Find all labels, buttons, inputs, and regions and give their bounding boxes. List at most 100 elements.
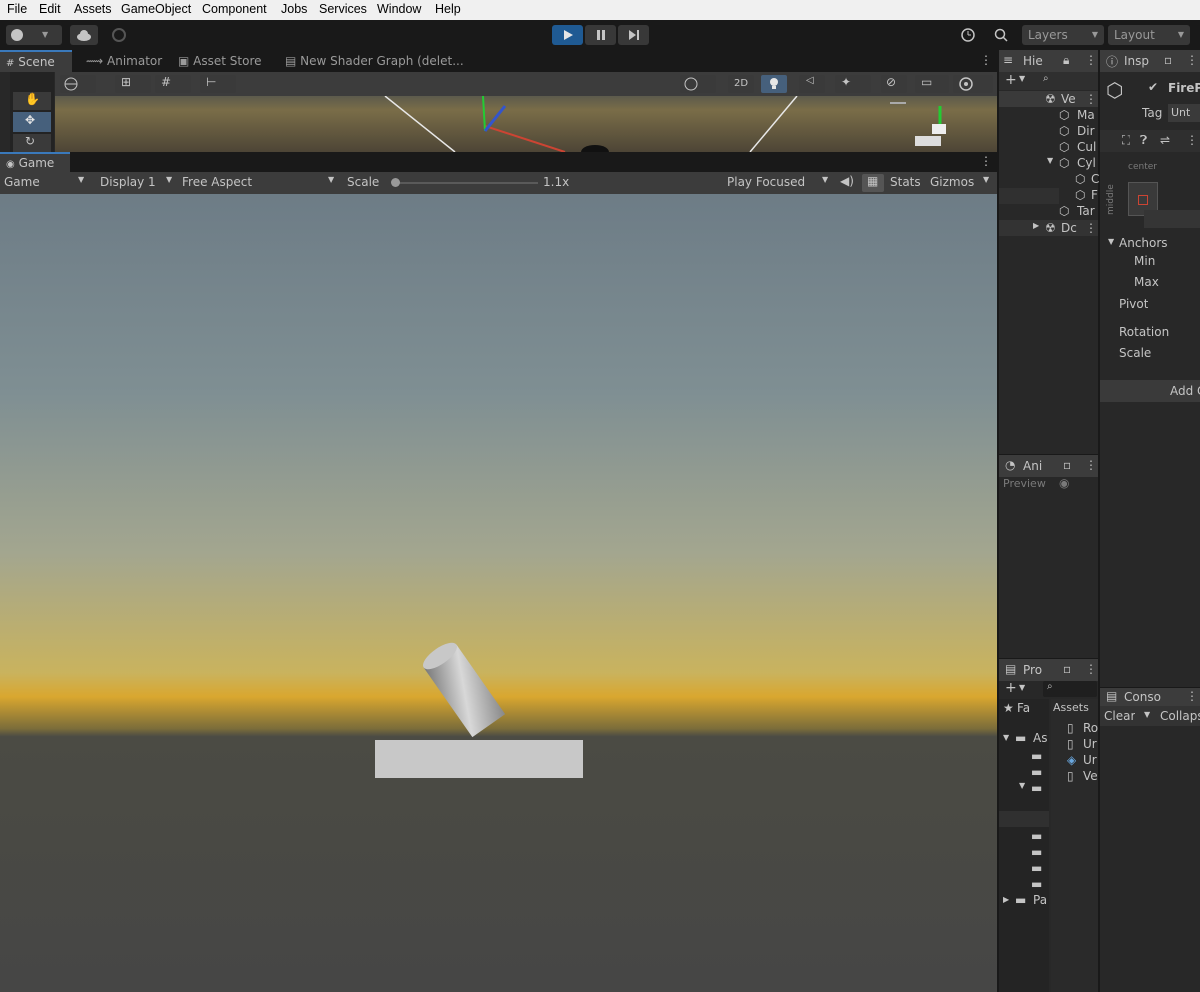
tag-dropdown[interactable]: Unt — [1168, 104, 1200, 122]
blueprint-buttons[interactable] — [1144, 210, 1200, 228]
hierarchy-scene-row[interactable]: ☢ Ve ⋮ — [999, 91, 1098, 107]
project-search-input[interactable]: ⌕ — [1043, 681, 1097, 697]
more-options-icon[interactable]: ⋮ — [1085, 662, 1097, 676]
shading-dropdown[interactable] — [680, 75, 716, 93]
assets-folder[interactable]: As — [1033, 731, 1047, 745]
chevron-down-icon[interactable]: ▼ — [1003, 733, 1009, 742]
draw-mode-dropdown[interactable] — [60, 75, 96, 93]
camera-dropdown[interactable]: ▭ — [915, 75, 949, 93]
gizmos-button[interactable]: Gizmos — [930, 175, 974, 189]
folder-icon[interactable]: ▬ — [1031, 845, 1042, 859]
tab-hierarchy[interactable]: Hie — [1023, 54, 1043, 68]
tab-animator[interactable]: ⟿ Animator — [86, 50, 166, 72]
tab-project[interactable]: Pro — [1023, 663, 1042, 677]
chevron-down-icon[interactable]: ▼ — [1108, 237, 1114, 246]
clear-button[interactable]: Clear — [1104, 709, 1135, 723]
layers-dropdown[interactable]: Layers ▼ — [1022, 25, 1104, 45]
menu-assets[interactable]: Assets — [74, 2, 112, 16]
frame-debug-toggle[interactable]: ▦ — [862, 174, 884, 192]
object-name-field[interactable]: FireP — [1168, 81, 1200, 95]
tab-scene[interactable]: # Scene — [0, 50, 72, 72]
record-icon[interactable]: ◉ — [1059, 476, 1069, 490]
chevron-down-icon[interactable]: ▼ — [1144, 710, 1150, 719]
account-dropdown[interactable]: ▼ — [6, 25, 62, 45]
scene-viewport[interactable] — [55, 96, 997, 152]
toggle-2d-button[interactable]: 2D — [728, 75, 754, 93]
search-button[interactable] — [988, 25, 1014, 45]
rect-transform-header[interactable]: ⛶ ❓︎ ⇌ ⋮ — [1100, 130, 1200, 152]
hierarchy-scene-row[interactable]: ▶ ☢ Dc ⋮ — [999, 220, 1098, 236]
pause-button[interactable] — [585, 25, 616, 45]
play-mode-dropdown[interactable]: Play Focused — [727, 175, 805, 189]
chevron-right-icon[interactable]: ▶ — [1003, 895, 1009, 904]
increment-snap-dropdown[interactable]: ⊢ — [200, 75, 236, 93]
effects-dropdown[interactable]: ✦ — [835, 75, 871, 93]
asset-item[interactable]: Ro — [1083, 721, 1098, 735]
lighting-toggle[interactable] — [761, 75, 787, 93]
lock-icon[interactable]: ▫ — [1063, 662, 1071, 676]
chevron-right-icon[interactable]: ▶ — [1033, 221, 1039, 230]
game-viewport[interactable] — [0, 194, 997, 992]
stats-button[interactable]: Stats — [890, 175, 921, 189]
lock-icon[interactable]: 🔒︎ — [1063, 53, 1069, 68]
menu-window[interactable]: Window — [377, 2, 421, 16]
folder-icon[interactable]: ▬ — [1031, 829, 1042, 843]
aspect-dropdown[interactable]: Free Aspect — [182, 175, 252, 189]
asset-item[interactable]: Ur — [1083, 753, 1097, 767]
collab-button[interactable] — [105, 25, 133, 45]
collapse-button[interactable]: Collaps — [1160, 709, 1200, 723]
lock-icon[interactable]: ▫ — [1063, 458, 1071, 472]
gizmos-dropdown[interactable] — [953, 75, 993, 93]
scale-slider[interactable] — [391, 178, 538, 187]
active-checkbox[interactable]: ✔ — [1148, 80, 1158, 94]
add-icon[interactable]: + — [1005, 72, 1017, 88]
tab-animation[interactable]: Ani — [1023, 459, 1042, 473]
move-tool-button[interactable]: ✥ — [13, 112, 51, 132]
hidden-objects-toggle[interactable]: ⊘ — [881, 75, 907, 93]
menu-gameobject[interactable]: GameObject — [121, 2, 191, 16]
menu-services[interactable]: Services — [319, 2, 367, 16]
anchors-foldout[interactable]: Anchors — [1119, 236, 1168, 250]
settings-icon[interactable]: ⇌ — [1160, 133, 1170, 147]
tab-shader-graph[interactable]: ▤ New Shader Graph (delet... — [285, 50, 465, 72]
tab-asset-store[interactable]: ▣ Asset Store — [178, 50, 274, 72]
folder-icon[interactable]: ▬ — [1031, 877, 1042, 891]
menu-file[interactable]: File — [7, 2, 27, 16]
add-icon[interactable]: + — [1005, 680, 1017, 696]
more-options-icon[interactable]: ⋮ — [1186, 689, 1198, 703]
tab-console[interactable]: Conso — [1124, 690, 1161, 704]
more-options-icon[interactable]: ⋮ — [1085, 221, 1097, 235]
game-mode-dropdown[interactable]: Game — [4, 175, 40, 189]
play-button[interactable] — [552, 25, 583, 45]
menu-help[interactable]: Help — [435, 2, 461, 16]
menu-jobs[interactable]: Jobs — [281, 2, 307, 16]
asset-item[interactable]: Ur — [1083, 737, 1097, 751]
help-icon[interactable]: ❓︎ — [1140, 133, 1147, 148]
chevron-down-icon[interactable]: ▼ — [1019, 781, 1025, 790]
step-button[interactable] — [618, 25, 649, 45]
layout-dropdown[interactable]: Layout ▼ — [1108, 25, 1190, 45]
search-icon[interactable]: ⌕ — [1043, 73, 1049, 84]
folder-icon[interactable]: ▬ — [1031, 781, 1042, 795]
tab-inspector[interactable]: Insp — [1124, 54, 1149, 68]
scale-slider-handle[interactable] — [391, 178, 400, 187]
grid-dropdown[interactable]: # — [155, 75, 191, 93]
folder-icon[interactable]: ▬ — [1031, 765, 1042, 779]
assets-breadcrumb[interactable]: Assets — [1053, 701, 1089, 714]
more-options-icon[interactable]: ⋮ — [1085, 92, 1097, 106]
folder-icon[interactable]: ▬ — [1031, 861, 1042, 875]
selected-folder-row[interactable] — [999, 811, 1049, 827]
audio-mute-icon[interactable]: ◀) — [840, 174, 854, 188]
history-button[interactable] — [955, 25, 981, 45]
more-options-icon[interactable]: ⋮ — [1186, 53, 1198, 67]
cloud-button[interactable] — [70, 25, 98, 45]
packages-folder[interactable]: Pa — [1033, 893, 1047, 907]
hand-tool-button[interactable]: ✋ — [13, 92, 51, 110]
more-options-icon[interactable]: ⋮ — [980, 53, 992, 67]
chevron-down-icon[interactable]: ▼ — [1047, 156, 1053, 165]
tab-game[interactable]: ◉ Game — [0, 152, 70, 172]
more-options-icon[interactable]: ⋮ — [980, 154, 992, 168]
snap-dropdown[interactable]: ⊞ — [115, 75, 151, 93]
audio-toggle[interactable]: ◁ — [799, 75, 825, 93]
asset-item[interactable]: Ve — [1083, 769, 1098, 783]
